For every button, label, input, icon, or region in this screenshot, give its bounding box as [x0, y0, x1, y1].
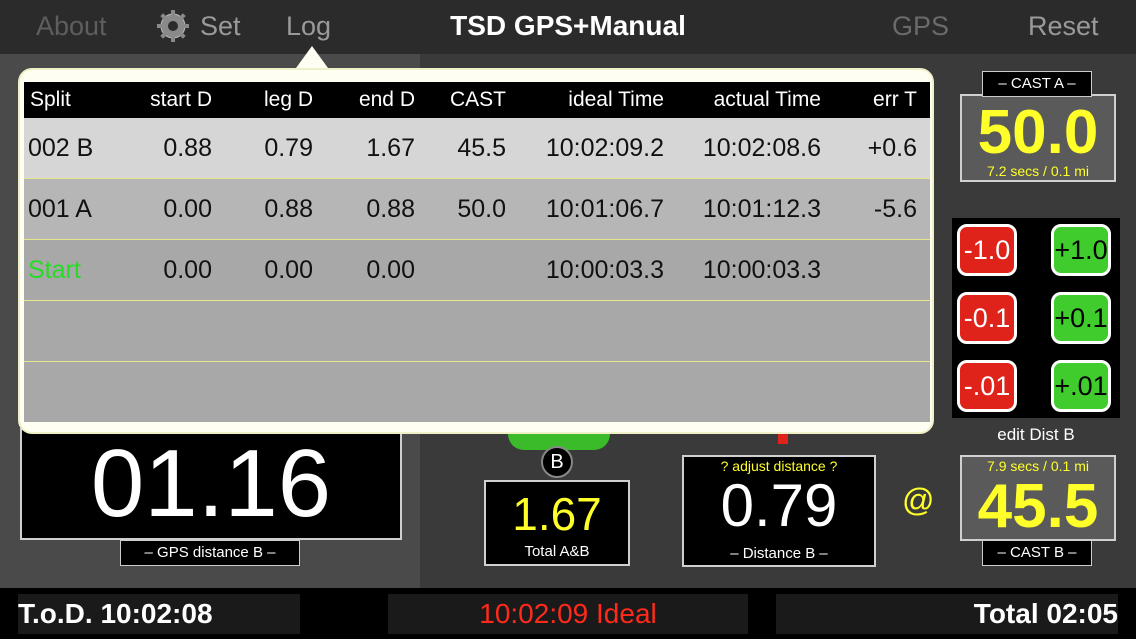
header-cast: CAST [449, 88, 506, 111]
cell-actual-time: 10:02:08.6 [702, 133, 821, 162]
cell-end-d: 0.88 [366, 194, 415, 223]
reset-button[interactable]: Reset [1028, 8, 1099, 44]
cell-leg-d: 0.00 [264, 255, 313, 284]
set-tab[interactable]: Set [156, 8, 241, 44]
table-row[interactable]: 001 A 0.00 0.88 0.88 50.0 10:01:06.7 10:… [24, 179, 930, 240]
distance-b-label: – Distance B – [730, 545, 828, 562]
distance-b-value[interactable]: 0.79 [682, 474, 876, 538]
cast-a-rate: 7.2 secs / 0.1 mi [987, 163, 1089, 179]
cell-leg-d: 0.79 [264, 133, 313, 162]
cell-cast: 50.0 [457, 194, 506, 223]
cast-b-label: – CAST B – [982, 540, 1092, 566]
cell-ideal-time: 10:02:09.2 [545, 133, 664, 162]
cell-split: 002 B [28, 133, 94, 162]
table-row[interactable]: 002 B 0.88 0.79 1.67 45.5 10:02:09.2 10:… [24, 118, 930, 179]
cell-actual-time: 10:00:03.3 [702, 255, 821, 284]
cell-ideal-time: 10:00:03.3 [545, 255, 664, 284]
total-ab-label: Total A&B [524, 543, 590, 560]
cell-split-start: Start [28, 255, 81, 284]
cell-err-t: -5.6 [873, 194, 917, 223]
cell-start-d: 0.88 [163, 133, 212, 162]
adjust-button-grid: -1.0 +1.0 -0.1 +0.1 -.01 +.01 [952, 218, 1120, 418]
header-split: Split [30, 88, 71, 111]
cell-split: 001 A [28, 194, 92, 223]
cell-actual-time: 10:01:12.3 [702, 194, 821, 223]
header-start-d: start D [150, 88, 212, 111]
gps-distance-label: – GPS distance B – [120, 540, 300, 566]
header-leg-d: leg D [263, 88, 313, 111]
cell-start-d: 0.00 [163, 194, 212, 223]
minus-0-1-button[interactable]: -0.1 [957, 292, 1017, 344]
header-err-t: err T [873, 88, 917, 111]
minus-0-01-button[interactable]: -.01 [957, 360, 1017, 412]
minus-1-button[interactable]: -1.0 [957, 224, 1017, 276]
app-title-text: TSD GPS+Manual [450, 10, 686, 41]
checkpoint-b-marker: B [541, 446, 573, 478]
table-row-empty [24, 362, 930, 422]
header-actual-time: actual Time [713, 88, 821, 111]
cell-err-t: +0.6 [867, 133, 917, 162]
cell-cast: 45.5 [457, 133, 506, 162]
red-indicator [778, 434, 788, 444]
log-table: Split start D leg D end D CAST ideal Tim… [24, 82, 930, 422]
gear-icon [157, 10, 189, 42]
edit-dist-b-label: edit Dist B [997, 425, 1075, 444]
ideal-time: 10:02:09 Ideal [388, 594, 748, 634]
at-sign: @ [902, 482, 935, 518]
total-time: Total 02:05 [776, 594, 1118, 634]
popover-arrow [296, 46, 328, 68]
plus-0-01-button[interactable]: +.01 [1051, 360, 1111, 412]
header-ideal-time: ideal Time [568, 88, 664, 111]
plus-0-1-button[interactable]: +0.1 [1051, 292, 1111, 344]
gps-tab[interactable]: GPS [892, 8, 949, 44]
plus-1-button[interactable]: +1.0 [1051, 224, 1111, 276]
cell-end-d: 0.00 [366, 255, 415, 284]
cell-leg-d: 0.88 [264, 194, 313, 223]
gps-distance-value: 01.16 [90, 430, 332, 537]
set-tab-label: Set [200, 11, 241, 41]
table-row-empty [24, 301, 930, 362]
cast-a-label: – CAST A – [982, 71, 1092, 97]
log-table-header: Split start D leg D end D CAST ideal Tim… [24, 82, 930, 118]
table-row[interactable]: Start 0.00 0.00 0.00 10:00:03.3 10:00:03… [24, 240, 930, 301]
cast-b-value: 45.5 [977, 472, 1099, 541]
about-tab[interactable]: About [36, 8, 107, 44]
header-end-d: end D [358, 88, 415, 111]
time-of-day: T.o.D. 10:02:08 [18, 594, 300, 634]
total-ab-value: 1.67 [512, 488, 602, 540]
cell-start-d: 0.00 [163, 255, 212, 284]
cell-ideal-time: 10:01:06.7 [545, 194, 664, 223]
cast-a-value: 50.0 [977, 98, 1099, 167]
cell-end-d: 1.67 [366, 133, 415, 162]
log-tab[interactable]: Log [286, 8, 331, 44]
